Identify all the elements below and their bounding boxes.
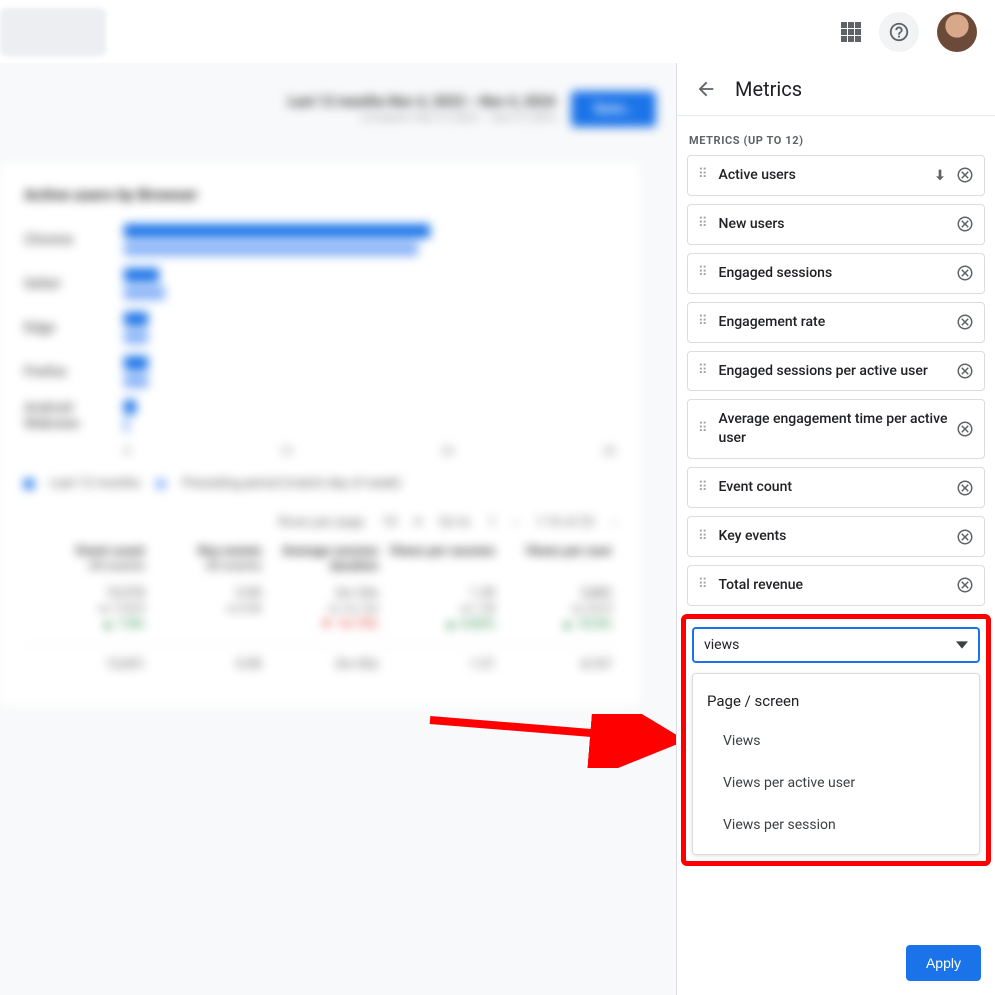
combo-value: views (704, 637, 956, 653)
metric-item[interactable]: ⠿ Active users (687, 155, 985, 196)
metric-label: New users (719, 215, 948, 234)
sort-descending-icon (932, 167, 948, 183)
metric-label: Active users (719, 166, 926, 185)
drag-handle-icon[interactable]: ⠿ (698, 269, 709, 277)
back-arrow-icon[interactable] (695, 78, 717, 100)
drag-handle-icon[interactable]: ⠿ (698, 533, 709, 541)
remove-metric-button[interactable] (956, 166, 974, 184)
dropdown-option[interactable]: Views per session (693, 804, 979, 846)
metric-label: Total revenue (719, 576, 948, 595)
chart-title: Active users by Browser (24, 185, 616, 204)
remove-metric-button[interactable] (956, 528, 974, 546)
help-button[interactable] (879, 12, 919, 52)
remove-metric-button[interactable] (956, 576, 974, 594)
dropdown-group-label: Page / screen (693, 688, 979, 720)
metric-label: Average engagement time per active user (719, 410, 948, 448)
metric-label: Engagement rate (719, 313, 948, 332)
drag-handle-icon[interactable]: ⠿ (698, 367, 709, 375)
dropdown-option[interactable]: Views per active user (693, 762, 979, 804)
metric-dropdown: Page / screen ViewsViews per active user… (692, 673, 980, 855)
avatar[interactable] (937, 12, 977, 52)
metric-label: Event count (719, 478, 948, 497)
remove-metric-button[interactable] (956, 264, 974, 282)
top-bar (0, 0, 995, 63)
dropdown-option[interactable]: Views (693, 720, 979, 762)
remove-metric-button[interactable] (956, 362, 974, 380)
metric-label: Engaged sessions (719, 264, 948, 283)
highlight-annotation: views Page / screen ViewsViews per activ… (681, 614, 991, 866)
apply-button[interactable]: Apply (906, 945, 981, 981)
drag-handle-icon[interactable]: ⠿ (698, 318, 709, 326)
metrics-panel: Metrics METRICS (UP TO 12) ⠿ Active users… (676, 63, 995, 995)
metric-item[interactable]: ⠿ Engaged sessions (687, 253, 985, 294)
remove-metric-button[interactable] (956, 479, 974, 497)
report-background: Last 12 months Nov 4, 2023 – Nov 4, 2024… (0, 63, 676, 995)
drag-handle-icon[interactable]: ⠿ (698, 171, 709, 179)
panel-title: Metrics (735, 77, 802, 101)
metric-item[interactable]: ⠿ Engagement rate (687, 302, 985, 343)
help-icon (888, 21, 910, 43)
date-range-primary: Last 12 months Nov 4, 2023 – Nov 4, 2024 (288, 94, 556, 110)
date-range-secondary: Compare: Nov 5, 2022 – Nov 5, 2023 (288, 110, 556, 124)
metric-item[interactable]: ⠿ Total revenue (687, 565, 985, 606)
metrics-section-label: METRICS (UP TO 12) (687, 128, 985, 155)
metric-item[interactable]: ⠿ Average engagement time per active user (687, 399, 985, 459)
metric-item[interactable]: ⠿ Engaged sessions per active user (687, 351, 985, 392)
metric-item[interactable]: ⠿ New users (687, 204, 985, 245)
apps-icon[interactable] (841, 22, 861, 42)
metric-search-combo[interactable]: views (692, 627, 980, 663)
drag-handle-icon[interactable]: ⠿ (698, 484, 709, 492)
metric-item[interactable]: ⠿ Key events (687, 516, 985, 557)
remove-metric-button[interactable] (956, 215, 974, 233)
metric-item[interactable]: ⠿ Event count (687, 467, 985, 508)
panel-header: Metrics (677, 63, 995, 116)
drag-handle-icon[interactable]: ⠿ (698, 425, 709, 433)
metric-label: Key events (719, 527, 948, 546)
save-button[interactable]: Save… (571, 91, 656, 127)
remove-metric-button[interactable] (956, 313, 974, 331)
drag-handle-icon[interactable]: ⠿ (698, 581, 709, 589)
remove-metric-button[interactable] (956, 420, 974, 438)
drag-handle-icon[interactable]: ⠿ (698, 220, 709, 228)
logo-placeholder (0, 8, 106, 56)
topbar-actions (841, 12, 977, 52)
metric-label: Engaged sessions per active user (719, 362, 948, 381)
chevron-down-icon (956, 639, 968, 651)
